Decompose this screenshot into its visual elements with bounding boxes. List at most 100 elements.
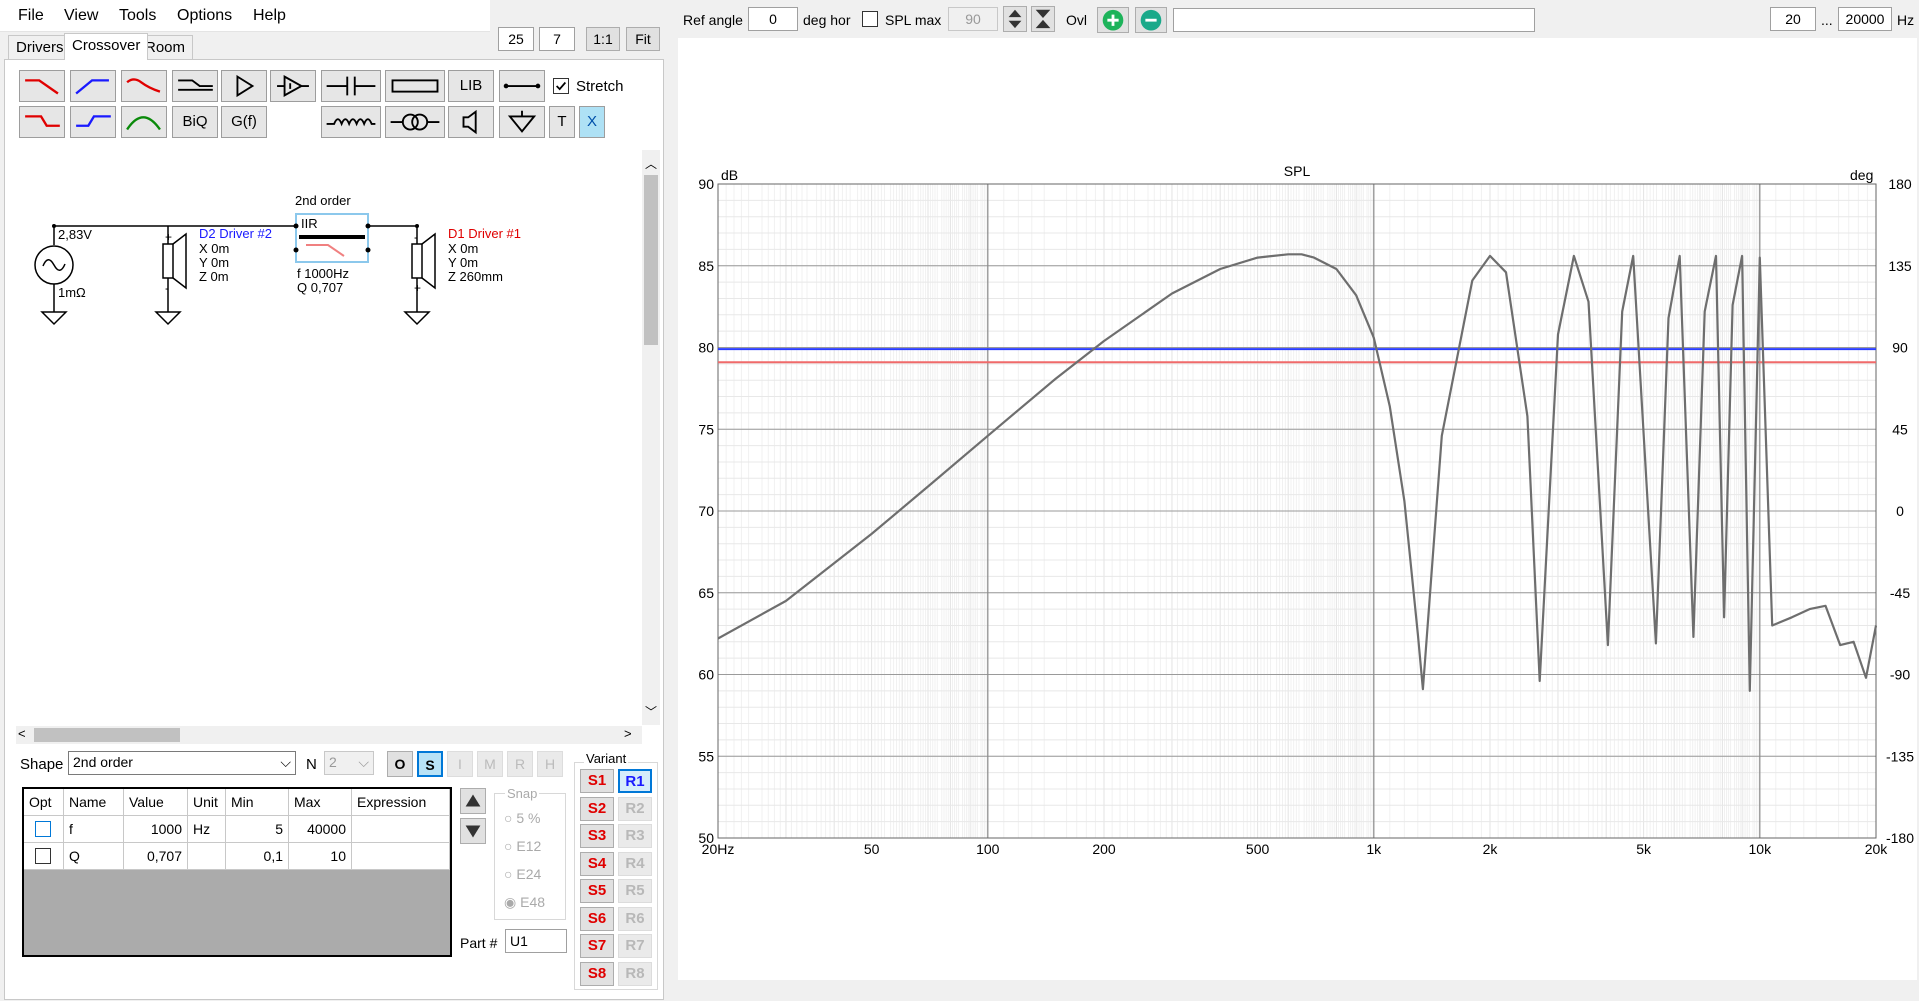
overlay-add-button[interactable] bbox=[1097, 7, 1129, 33]
shelf-button[interactable] bbox=[172, 70, 218, 102]
shape-h-button[interactable]: H bbox=[537, 751, 563, 777]
table-cell-editable[interactable]: 5 bbox=[226, 816, 289, 843]
schematic-canvas[interactable]: + - - + 2,83V 1mΩ 2nd order IIR f 1000Hz… bbox=[16, 150, 642, 725]
one-to-one-button[interactable]: 1:1 bbox=[586, 27, 620, 51]
capacitor-button[interactable] bbox=[321, 70, 381, 102]
shape-s-button[interactable]: S bbox=[417, 751, 443, 777]
n-select[interactable]: 2 ⌵ bbox=[324, 751, 374, 775]
shape-m-button[interactable]: M bbox=[477, 751, 503, 777]
bandpass-button[interactable] bbox=[121, 106, 167, 138]
move-up-button[interactable] bbox=[460, 788, 486, 814]
lowpass-red-button[interactable] bbox=[19, 70, 65, 102]
scroll-up-icon[interactable]: ︿ bbox=[645, 155, 657, 172]
variant-s6-button[interactable]: S6 bbox=[580, 906, 614, 931]
buffer-button[interactable] bbox=[270, 70, 316, 102]
spl-collapse-button[interactable] bbox=[1031, 6, 1055, 32]
menu-view[interactable]: View bbox=[64, 7, 98, 25]
spl-updown-button[interactable] bbox=[1003, 6, 1027, 32]
horizontal-scroll-thumb[interactable] bbox=[34, 728, 180, 742]
opt-checkbox-q[interactable] bbox=[35, 848, 51, 864]
snap-option-e24[interactable]: ○ E24 bbox=[504, 866, 541, 882]
lowpass2-button[interactable] bbox=[19, 106, 65, 138]
stretch-checkbox[interactable] bbox=[553, 78, 569, 94]
table-cell-editable[interactable]: 0,707 bbox=[124, 843, 188, 870]
wire-button[interactable] bbox=[499, 70, 545, 102]
shape-i-button[interactable]: I bbox=[447, 751, 473, 777]
vertical-scrollbar[interactable]: ︿ ﹀ bbox=[642, 150, 660, 725]
spl-max-input[interactable]: 90 bbox=[948, 7, 998, 31]
snap-option-5pct[interactable]: ○ 5 % bbox=[504, 810, 540, 826]
variant-s7-button[interactable]: S7 bbox=[580, 934, 614, 958]
variant-s2-button[interactable]: S2 bbox=[580, 796, 614, 821]
ref-angle-input[interactable]: 0 bbox=[748, 7, 798, 31]
move-down-button[interactable] bbox=[460, 818, 486, 844]
text-button[interactable]: T bbox=[549, 106, 575, 138]
highpass2-button[interactable] bbox=[70, 106, 116, 138]
variant-r3-button[interactable]: R3 bbox=[618, 824, 652, 848]
freq-from-input[interactable]: 20 bbox=[1770, 7, 1816, 31]
horizontal-scrollbar[interactable]: < > bbox=[16, 726, 642, 744]
variant-s4-button[interactable]: S4 bbox=[580, 851, 614, 876]
variant-s1-button[interactable]: S1 bbox=[580, 769, 614, 793]
lowpass-curve-button[interactable] bbox=[121, 70, 167, 102]
spl-max-checkbox[interactable] bbox=[862, 11, 878, 27]
variant-r5-button[interactable]: R5 bbox=[618, 879, 652, 903]
driver2-symbol[interactable] bbox=[161, 232, 189, 290]
variant-r6-button[interactable]: R6 bbox=[618, 906, 652, 931]
variant-r2-button[interactable]: R2 bbox=[618, 796, 652, 821]
lib-button[interactable]: LIB bbox=[448, 70, 494, 102]
variant-s8-button[interactable]: S8 bbox=[580, 961, 614, 986]
variant-r4-button[interactable]: R4 bbox=[618, 851, 652, 876]
driver1-symbol[interactable] bbox=[410, 232, 438, 290]
snap-option-e48[interactable]: ◉ E48 bbox=[504, 894, 545, 911]
transformer-button[interactable] bbox=[385, 106, 445, 138]
speaker-button[interactable] bbox=[448, 106, 494, 138]
table-row-f-opt[interactable] bbox=[24, 816, 64, 843]
part-input[interactable]: U1 bbox=[505, 929, 567, 953]
table-cell-editable[interactable] bbox=[352, 816, 450, 843]
menu-tools[interactable]: Tools bbox=[119, 7, 156, 25]
freq-to-input[interactable]: 20000 bbox=[1838, 7, 1892, 31]
variant-s5-button[interactable]: S5 bbox=[580, 879, 614, 903]
highpass-blue-button[interactable] bbox=[70, 70, 116, 102]
iir-filter-block[interactable]: IIR bbox=[296, 214, 368, 262]
delete-x-button[interactable]: X bbox=[579, 106, 605, 138]
scroll-right-icon[interactable]: > bbox=[624, 726, 632, 741]
tab-drivers[interactable]: Drivers bbox=[8, 35, 72, 59]
variant-r8-button[interactable]: R8 bbox=[618, 961, 652, 986]
value-box-a[interactable]: 25 bbox=[498, 27, 534, 51]
opt-checkbox-f[interactable] bbox=[35, 821, 51, 837]
resistor-button[interactable] bbox=[385, 70, 445, 102]
shape-r-button[interactable]: R bbox=[507, 751, 533, 777]
table-cell-editable[interactable]: 10 bbox=[289, 843, 352, 870]
amplifier-button[interactable] bbox=[221, 70, 267, 102]
shape-select[interactable]: 2nd order ⌵ bbox=[68, 751, 296, 775]
overlay-remove-button[interactable] bbox=[1135, 7, 1167, 33]
snap-option-e12[interactable]: ○ E12 bbox=[504, 838, 541, 854]
variant-r1-button[interactable]: R1 bbox=[618, 769, 652, 793]
gf-button[interactable]: G(f) bbox=[221, 106, 267, 138]
variant-s3-button[interactable]: S3 bbox=[580, 824, 614, 848]
menu-options[interactable]: Options bbox=[177, 7, 232, 25]
biquad-button[interactable]: BiQ bbox=[172, 106, 218, 138]
fit-button[interactable]: Fit bbox=[626, 27, 660, 51]
tab-crossover[interactable]: Crossover bbox=[64, 33, 149, 60]
vertical-scroll-thumb[interactable] bbox=[644, 175, 658, 345]
value-box-b[interactable]: 7 bbox=[539, 27, 575, 51]
scroll-left-icon[interactable]: < bbox=[18, 726, 26, 741]
table-cell-editable[interactable]: 1000 bbox=[124, 816, 188, 843]
scroll-down-icon[interactable]: ﹀ bbox=[645, 703, 657, 720]
table-cell-editable[interactable]: 40000 bbox=[289, 816, 352, 843]
voltage-source[interactable] bbox=[35, 246, 73, 284]
table-row-q-opt[interactable] bbox=[24, 843, 64, 870]
menu-file[interactable]: File bbox=[18, 7, 44, 25]
spl-chart[interactable]: 20Hz 50 100 200 500 1k 2k 5k 10k 20k9085807570656… bbox=[678, 38, 1917, 980]
table-cell-editable[interactable] bbox=[352, 843, 450, 870]
menu-help[interactable]: Help bbox=[253, 7, 286, 25]
variant-r7-button[interactable]: R7 bbox=[618, 934, 652, 958]
ground-button[interactable] bbox=[499, 106, 545, 138]
inductor-button[interactable] bbox=[321, 106, 381, 138]
shape-o-button[interactable]: O bbox=[387, 751, 413, 777]
table-cell-editable[interactable]: 0,1 bbox=[226, 843, 289, 870]
overlay-name-input[interactable] bbox=[1173, 8, 1535, 32]
